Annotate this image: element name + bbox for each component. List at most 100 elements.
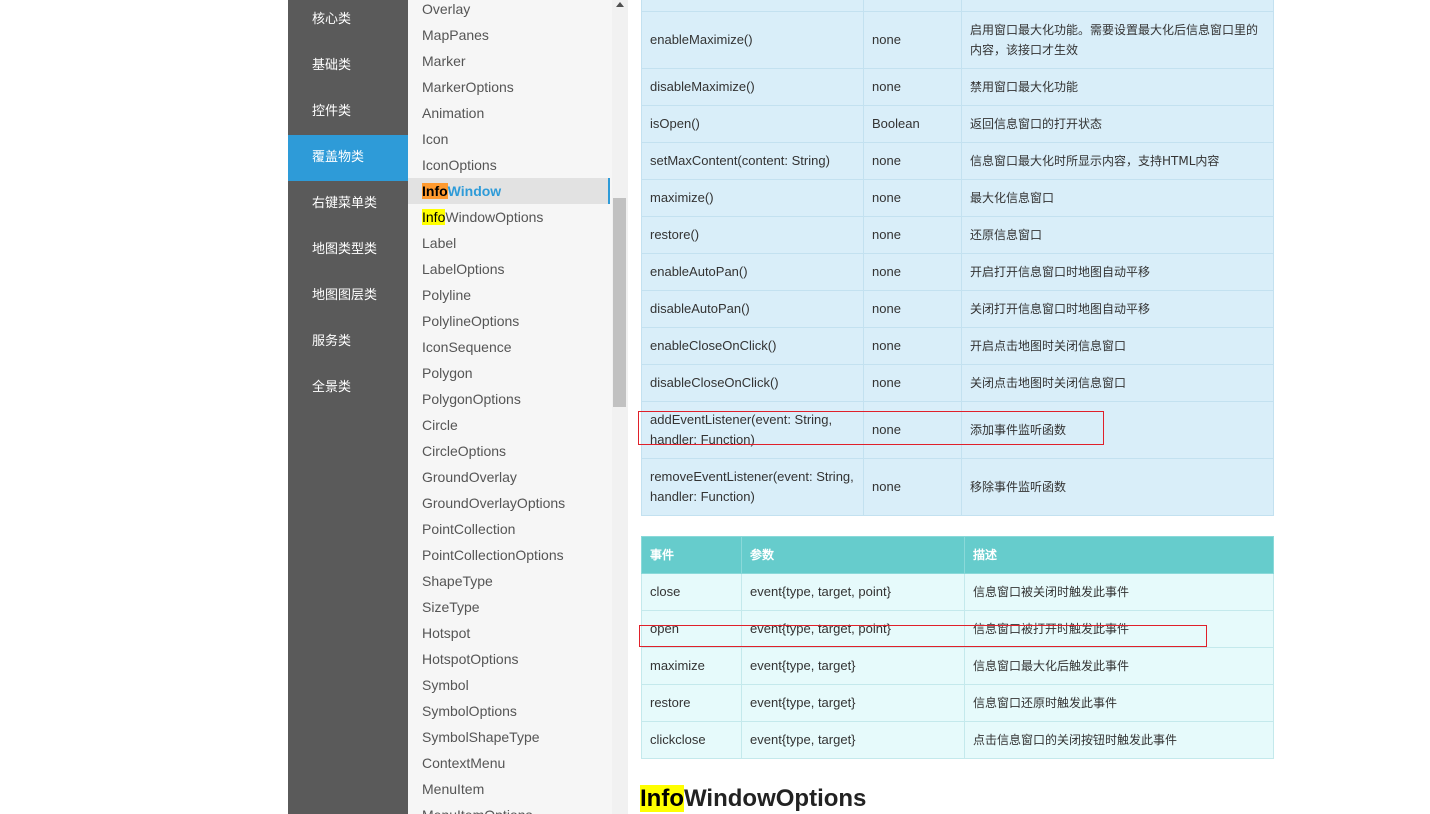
class-list-item[interactable]: Overlay — [408, 0, 610, 22]
method-row: enableMaximize() none 启用窗口最大化功能。需要设置最大化后信息… — [641, 11, 1274, 69]
method-name-cell: enableCloseOnClick() — [641, 327, 864, 365]
class-list-item[interactable]: SymbolShapeType — [408, 724, 610, 750]
method-return-cell — [863, 0, 962, 12]
method-desc-cell: 关闭点击地图时关闭信息窗口 — [961, 364, 1274, 402]
event-name-cell: maximize — [641, 647, 742, 685]
events-table-header: 事件 参数 描述 — [641, 536, 1274, 574]
class-list-item[interactable]: InfoWindow — [408, 178, 610, 204]
header-event: 事件 — [641, 536, 742, 574]
method-return-cell: none — [863, 290, 962, 328]
event-params-cell: event{type, target} — [741, 721, 965, 759]
method-name-cell: disableMaximize() — [641, 68, 864, 106]
method-return-cell: none — [863, 364, 962, 402]
category-item[interactable]: 地图类型类 — [288, 227, 408, 273]
method-row: disableAutoPan() none 关闭打开信息窗口时地图自动平移 — [641, 290, 1274, 328]
class-list-item[interactable]: MenuItemOptions — [408, 802, 610, 814]
header-desc: 描述 — [964, 536, 1274, 574]
method-row: enableAutoPan() none 开启打开信息窗口时地图自动平移 — [641, 253, 1274, 291]
method-desc-cell: 移除事件监听函数 — [961, 458, 1274, 516]
events-table: 事件 参数 描述 close event{type, target, point}… — [641, 536, 1274, 759]
method-row: setMaxContent(content: String) none 信息窗口最大… — [641, 142, 1274, 180]
class-list-item[interactable]: IconOptions — [408, 152, 610, 178]
category-item[interactable]: 地图图层类 — [288, 273, 408, 319]
section-title-highlight: Info — [640, 785, 684, 812]
class-list-item[interactable]: SymbolOptions — [408, 698, 610, 724]
method-return-cell: none — [863, 458, 962, 516]
method-name-cell: enableAutoPan() — [641, 253, 864, 291]
method-name-cell: isOpen() — [641, 105, 864, 143]
category-item[interactable]: 核心类 — [288, 0, 408, 43]
method-return-cell: none — [863, 401, 962, 459]
event-params-cell: event{type, target, point} — [741, 573, 965, 611]
category-item[interactable]: 覆盖物类 — [288, 135, 408, 181]
class-list-item[interactable]: PolylineOptions — [408, 308, 610, 334]
method-name-cell: restore() — [641, 216, 864, 254]
class-list-item[interactable]: MenuItem — [408, 776, 610, 802]
class-list-item[interactable]: SizeType — [408, 594, 610, 620]
method-name-cell: enableMaximize() — [641, 11, 864, 69]
method-name-cell: disableAutoPan() — [641, 290, 864, 328]
method-return-cell: Boolean — [863, 105, 962, 143]
category-item[interactable]: 右键菜单类 — [288, 181, 408, 227]
event-params-cell: event{type, target} — [741, 684, 965, 722]
method-return-cell: none — [863, 327, 962, 365]
class-list-item[interactable]: MapPanes — [408, 22, 610, 48]
class-list-item[interactable]: GroundOverlayOptions — [408, 490, 610, 516]
scrollbar-thumb[interactable] — [613, 198, 626, 407]
method-name-cell: maximize() — [641, 179, 864, 217]
class-list-item[interactable]: PointCollectionOptions — [408, 542, 610, 568]
class-list-item[interactable]: Icon — [408, 126, 610, 152]
class-list-item[interactable]: InfoWindowOptions — [408, 204, 610, 230]
class-list-item-label: Window — [447, 183, 502, 199]
class-list-item[interactable]: CircleOptions — [408, 438, 610, 464]
class-list-item[interactable]: PolygonOptions — [408, 386, 610, 412]
class-list-item[interactable]: LabelOptions — [408, 256, 610, 282]
method-row: disableCloseOnClick() none 关闭点击地图时关闭信息窗口 — [641, 364, 1274, 402]
category-item[interactable]: 全景类 — [288, 365, 408, 411]
class-list-item[interactable]: Polygon — [408, 360, 610, 386]
class-list-item[interactable]: Animation — [408, 100, 610, 126]
method-name-cell: setMaxContent(content: String) — [641, 142, 864, 180]
class-list-item[interactable]: ShapeType — [408, 568, 610, 594]
class-list-item[interactable]: IconSequence — [408, 334, 610, 360]
method-desc-cell: 返回信息窗口的打开状态 — [961, 105, 1274, 143]
method-desc-cell: 最大化信息窗口 — [961, 179, 1274, 217]
method-desc-cell: 开启点击地图时关闭信息窗口 — [961, 327, 1274, 365]
category-item[interactable]: 基础类 — [288, 43, 408, 89]
event-desc-cell: 信息窗口还原时触发此事件 — [964, 684, 1274, 722]
section-title-rest: WindowOptions — [683, 785, 867, 812]
methods-table: enableMaximize() none 启用窗口最大化功能。需要设置最大化后信息… — [641, 0, 1274, 516]
class-list-item[interactable]: PointCollection — [408, 516, 610, 542]
class-list-item[interactable]: Symbol — [408, 672, 610, 698]
event-row: maximize event{type, target} 信息窗口最大化后触发此事件 — [641, 647, 1274, 685]
method-name-cell: removeEventListener(event: String, handl… — [641, 458, 864, 516]
class-list-item[interactable]: ContextMenu — [408, 750, 610, 776]
method-return-cell: none — [863, 216, 962, 254]
method-row: enableCloseOnClick() none 开启点击地图时关闭信息窗口 — [641, 327, 1274, 365]
class-list-item[interactable]: Label — [408, 230, 610, 256]
class-list-item[interactable]: HotspotOptions — [408, 646, 610, 672]
class-list-item[interactable]: Hotspot — [408, 620, 610, 646]
search-highlight: Info — [422, 183, 448, 199]
class-list-item[interactable]: Polyline — [408, 282, 610, 308]
category-item[interactable]: 服务类 — [288, 319, 408, 365]
method-row — [641, 0, 1274, 12]
category-item[interactable]: 控件类 — [288, 89, 408, 135]
method-return-cell: none — [863, 253, 962, 291]
method-desc-cell: 禁用窗口最大化功能 — [961, 68, 1274, 106]
method-desc-cell: 信息窗口最大化时所显示内容，支持HTML内容 — [961, 142, 1274, 180]
class-list-item[interactable]: GroundOverlay — [408, 464, 610, 490]
class-list-scrollbar[interactable] — [612, 0, 628, 814]
class-list-item[interactable]: MarkerOptions — [408, 74, 610, 100]
class-list-item[interactable]: Marker — [408, 48, 610, 74]
class-list-sidebar: Overlay MapPanes Marker MarkerOptions Animat… — [408, 0, 612, 814]
method-name-cell — [641, 0, 864, 12]
event-row: clickclose event{type, target} 点击信息窗口的关闭按钮… — [641, 721, 1274, 759]
scroll-up-arrow-icon[interactable] — [616, 2, 624, 7]
class-list-item[interactable]: Circle — [408, 412, 610, 438]
event-name-cell: open — [641, 610, 742, 648]
event-name-cell: restore — [641, 684, 742, 722]
event-name-cell: close — [641, 573, 742, 611]
category-sidebar: 核心类 基础类 控件类 覆盖物类 右键菜单类 地图类型类 地图图层类 服务类 全景类 — [288, 0, 408, 814]
method-row: disableMaximize() none 禁用窗口最大化功能 — [641, 68, 1274, 106]
